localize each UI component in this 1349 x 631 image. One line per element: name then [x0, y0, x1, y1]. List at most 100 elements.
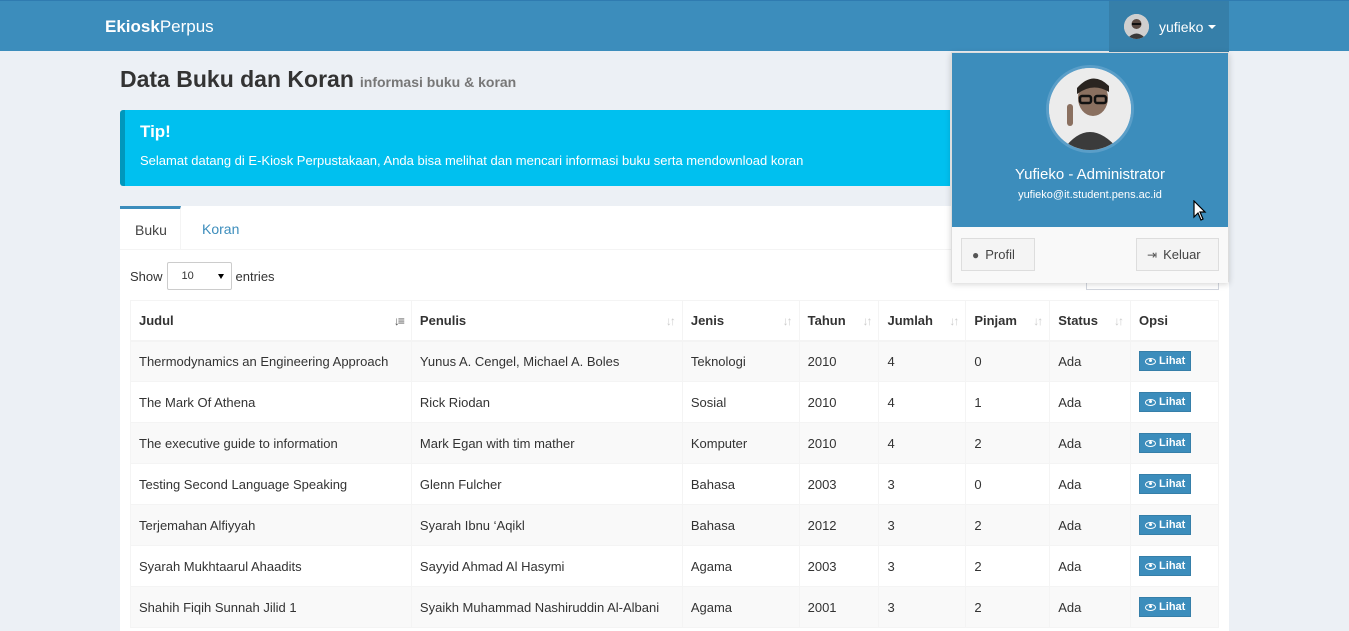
brand-logo[interactable]: EkioskPerpus — [105, 1, 214, 52]
cell-penulis: Yunus A. Cengel, Michael A. Boles — [410, 340, 683, 382]
cell-jumlah: 4 — [878, 340, 967, 382]
table-row: Terjemahan Alfiyyah Syarah Ibnu ‘Aqikl Bah… — [130, 504, 1219, 546]
cell-opsi: Lihat — [1130, 586, 1219, 628]
table-body: Thermodynamics an Engineering Approach Yu… — [130, 340, 1219, 628]
user-avatar-small — [1124, 14, 1149, 39]
cell-tahun: 2003 — [798, 545, 880, 587]
sort-icon: ↓↑ — [1114, 314, 1124, 328]
cell-jenis: Sosial — [681, 381, 800, 423]
chevron-down-icon — [1208, 24, 1217, 29]
user-menu-toggle[interactable]: yufieko — [1109, 1, 1229, 52]
sort-desc-icon: ↓≡ — [393, 314, 405, 328]
callout-title: Tip! — [140, 122, 171, 141]
logout-button[interactable]: ⇥ Keluar — [1136, 238, 1219, 271]
col-header-label: Penulis — [419, 312, 467, 328]
col-header-penulis[interactable]: Penulis ↓↑ — [410, 300, 683, 342]
cell-opsi: Lihat — [1130, 504, 1219, 546]
view-button-label: Lihat — [1159, 478, 1186, 490]
view-button-label: Lihat — [1159, 355, 1186, 368]
cell-status: Ada — [1049, 381, 1132, 423]
cell-jumlah: 3 — [878, 545, 967, 587]
cell-jumlah: 3 — [878, 504, 967, 546]
col-header-tahun[interactable]: Tahun ↓↑ — [798, 300, 880, 342]
cell-pinjam: 0 — [965, 463, 1051, 505]
view-button[interactable]: Lihat — [1139, 556, 1192, 576]
books-table: Judul ↓≡ Penulis ↓↑ Jenis ↓↑ Tahun ↓↑ Jumlah… — [130, 300, 1219, 628]
tab-koran[interactable]: Koran — [187, 206, 254, 250]
profile-button[interactable]: ● Profil — [961, 238, 1035, 271]
view-button[interactable]: Lihat — [1139, 433, 1192, 453]
table-row: Shahih Fiqih Sunnah Jilid 1 Syaikh Muhamm… — [130, 586, 1219, 628]
page-title-text: Data Buku dan Koran — [120, 66, 354, 92]
col-header-judul[interactable]: Judul ↓≡ — [130, 300, 412, 342]
cell-penulis: Rick Riodan — [410, 381, 683, 423]
profile-button-label: Profil — [985, 247, 1015, 262]
col-header-status[interactable]: Status ↓↑ — [1049, 300, 1132, 342]
callout-text: Selamat datang di E-Kiosk Perpustakaan, … — [140, 153, 804, 168]
sort-icon: ↓↑ — [665, 314, 676, 328]
col-header-label: Pinjam — [974, 312, 1017, 328]
show-label: Show — [130, 268, 163, 284]
eye-icon — [1145, 398, 1157, 406]
eye-icon — [1145, 603, 1157, 611]
col-header-label: Opsi — [1139, 312, 1168, 328]
cell-tahun: 2010 — [798, 340, 880, 382]
cell-status: Ada — [1049, 586, 1132, 628]
cell-judul: Thermodynamics an Engineering Approach — [130, 340, 412, 382]
col-header-label: Tahun — [807, 312, 846, 328]
view-button[interactable]: Lihat — [1139, 392, 1192, 412]
eye-icon — [1145, 562, 1157, 570]
col-header-label: Status — [1058, 312, 1098, 328]
username-label: yufieko — [1159, 18, 1204, 35]
table-row: Syarah Mukhtaarul Ahaadits Sayyid Ahmad A… — [130, 545, 1219, 587]
cell-penulis: Glenn Fulcher — [410, 463, 683, 505]
cell-jumlah: 3 — [878, 463, 967, 505]
sort-icon: ↓↑ — [949, 314, 959, 328]
view-button-label: Lihat — [1159, 396, 1186, 408]
cell-status: Ada — [1049, 504, 1132, 546]
cell-pinjam: 2 — [965, 586, 1051, 628]
brand-bold: Ekiosk — [105, 17, 160, 36]
cell-jenis: Teknologi — [681, 340, 800, 382]
user-header: Yufieko - Administrator yufieko@it.stude… — [952, 53, 1228, 227]
table-row: The executive guide to information Mark E… — [130, 422, 1219, 464]
col-header-jumlah[interactable]: Jumlah ↓↑ — [878, 300, 967, 342]
sort-icon: ↓↑ — [782, 314, 793, 328]
view-button[interactable]: Lihat — [1139, 474, 1192, 494]
view-button[interactable]: Lihat — [1139, 351, 1192, 372]
dropdown-arrow-icon — [217, 274, 224, 279]
user-dropdown-menu: Yufieko - Administrator yufieko@it.stude… — [951, 52, 1229, 283]
view-button[interactable]: Lihat — [1139, 515, 1192, 535]
cell-tahun: 2010 — [798, 422, 880, 464]
cell-pinjam: 2 — [965, 545, 1051, 587]
eye-icon — [1145, 357, 1157, 365]
cell-status: Ada — [1049, 463, 1132, 505]
cell-status: Ada — [1049, 340, 1132, 382]
cell-pinjam: 1 — [965, 381, 1051, 423]
eye-icon — [1145, 521, 1157, 529]
logout-button-label: Keluar — [1163, 247, 1201, 262]
page-subtitle: informasi buku & koran — [359, 74, 517, 90]
view-button[interactable]: Lihat — [1139, 597, 1192, 617]
entries-label: entries — [235, 268, 275, 284]
user-full-name: Yufieko - Administrator — [1014, 166, 1166, 183]
cell-status: Ada — [1049, 422, 1132, 464]
cell-penulis: Syaikh Muhammad Nashiruddin Al-Albani — [410, 586, 683, 628]
col-header-pinjam[interactable]: Pinjam ↓↑ — [965, 300, 1051, 342]
user-icon: ● — [972, 247, 980, 262]
cell-judul: Syarah Mukhtaarul Ahaadits — [130, 545, 412, 587]
cell-jumlah: 4 — [878, 422, 967, 464]
tip-callout: Tip! Selamat datang di E-Kiosk Perpustak… — [120, 110, 950, 186]
cell-penulis: Mark Egan with tim mather — [410, 422, 683, 464]
entries-select[interactable]: 10 — [166, 262, 232, 290]
entries-length-control: Show 10 entries — [130, 262, 275, 290]
col-header-jenis[interactable]: Jenis ↓↑ — [681, 300, 800, 342]
cell-pinjam: 0 — [965, 340, 1051, 382]
cell-jenis: Agama — [681, 545, 800, 587]
top-navbar: EkioskPerpus yufieko — [0, 0, 1349, 52]
table-row: Thermodynamics an Engineering Approach Yu… — [130, 340, 1219, 382]
tab-buku[interactable]: Buku — [120, 206, 181, 250]
cell-tahun: 2010 — [798, 381, 880, 423]
table-row: The Mark Of Athena Rick Riodan Sosial 2010 4… — [130, 381, 1219, 423]
cell-judul: The executive guide to information — [130, 422, 412, 464]
